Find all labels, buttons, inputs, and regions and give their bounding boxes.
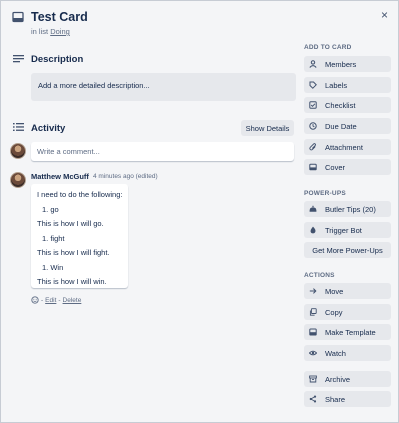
butler-tips-label: Butler Tips (20) xyxy=(325,204,376,214)
cover-icon xyxy=(309,163,317,171)
copy-icon xyxy=(309,308,317,316)
description-input[interactable]: Add a more detailed description... xyxy=(31,73,296,101)
comment-author-avatar xyxy=(10,172,26,188)
share-button[interactable]: Share xyxy=(304,391,391,407)
butler-icon xyxy=(309,205,317,212)
move-label: Move xyxy=(325,286,344,296)
archive-icon xyxy=(309,375,317,383)
make-template-label: Make Template xyxy=(325,327,376,337)
card-icon xyxy=(12,11,24,23)
checklist-button[interactable]: Checklist xyxy=(304,97,391,113)
share-label: Share xyxy=(325,394,346,404)
label-icon xyxy=(309,81,317,89)
trigger-bot-button[interactable]: Trigger Bot xyxy=(304,222,391,238)
separator: - xyxy=(58,296,61,304)
in-list-prefix: in list xyxy=(31,27,49,36)
watch-label: Watch xyxy=(325,348,346,358)
attachment-button[interactable]: Attachment xyxy=(304,139,391,155)
watch-button[interactable]: Watch xyxy=(304,345,391,361)
template-icon xyxy=(309,328,317,336)
comment-line: This is how I will go. xyxy=(37,219,104,228)
comment-actions: - Edit - Delete xyxy=(31,296,81,304)
cover-label: Cover xyxy=(325,162,346,172)
comment-line: 1. fight xyxy=(42,234,65,243)
delete-comment-link[interactable]: Delete xyxy=(63,297,82,304)
butler-tips-button[interactable]: Butler Tips (20) xyxy=(304,201,391,217)
separator: - xyxy=(41,296,44,304)
archive-button[interactable]: Archive xyxy=(304,371,391,387)
comment-body: I need to do the following: 1. go This i… xyxy=(31,184,128,288)
clock-icon xyxy=(309,122,317,130)
copy-label: Copy xyxy=(325,307,343,317)
make-template-button[interactable]: Make Template xyxy=(304,324,391,340)
comment-line: This is how I will win. xyxy=(37,277,107,286)
power-ups-heading: POWER-UPS xyxy=(304,190,346,197)
trigger-bot-label: Trigger Bot xyxy=(325,225,362,235)
card-title[interactable]: Test Card xyxy=(31,10,88,24)
description-heading: Description xyxy=(31,54,84,65)
checklist-icon xyxy=(309,101,317,109)
move-button[interactable]: Move xyxy=(304,283,391,299)
person-icon xyxy=(309,60,317,68)
list-name-link[interactable]: Doing xyxy=(50,27,70,36)
avatar xyxy=(10,143,26,159)
description-icon xyxy=(13,55,24,63)
labels-label: Labels xyxy=(325,80,348,90)
cover-button[interactable]: Cover xyxy=(304,159,391,175)
add-to-card-heading: ADD TO CARD xyxy=(304,44,352,51)
show-details-button[interactable]: Show Details xyxy=(241,120,294,136)
copy-button[interactable]: Copy xyxy=(304,304,391,320)
comment-timestamp[interactable]: 4 minutes ago (edited) xyxy=(93,173,158,180)
members-button[interactable]: Members xyxy=(304,56,391,72)
archive-label: Archive xyxy=(325,374,351,384)
get-more-power-ups-button[interactable]: Get More Power-Ups xyxy=(304,242,391,258)
activity-icon xyxy=(13,123,24,131)
comment-input[interactable]: Write a comment... xyxy=(31,142,294,161)
comment-author[interactable]: Matthew McGuff xyxy=(31,172,89,181)
due-date-label: Due Date xyxy=(325,121,357,131)
activity-heading: Activity xyxy=(31,123,66,134)
comment-line: I need to do the following: xyxy=(37,190,123,199)
actions-heading: ACTIONS xyxy=(304,272,335,279)
due-date-button[interactable]: Due Date xyxy=(304,118,391,134)
comment-line: This is how I will fight. xyxy=(37,248,110,257)
trigger-bot-icon xyxy=(310,226,316,234)
eye-icon xyxy=(309,350,317,356)
card-detail-window: Test Card in list Doing × Description Ad… xyxy=(0,0,399,423)
comment-line: 1. go xyxy=(42,205,59,214)
checklist-label: Checklist xyxy=(325,100,356,110)
edit-comment-link[interactable]: Edit xyxy=(45,297,56,304)
attachment-label: Attachment xyxy=(325,142,363,152)
labels-button[interactable]: Labels xyxy=(304,77,391,93)
emoji-reaction-icon[interactable] xyxy=(31,296,39,304)
arrow-right-icon xyxy=(309,288,317,294)
comment-line: 1. Win xyxy=(42,263,64,272)
paperclip-icon xyxy=(309,143,316,151)
members-label: Members xyxy=(325,59,357,69)
close-icon[interactable]: × xyxy=(381,8,388,22)
share-icon xyxy=(309,395,317,403)
in-list-label: in list Doing xyxy=(31,27,70,36)
